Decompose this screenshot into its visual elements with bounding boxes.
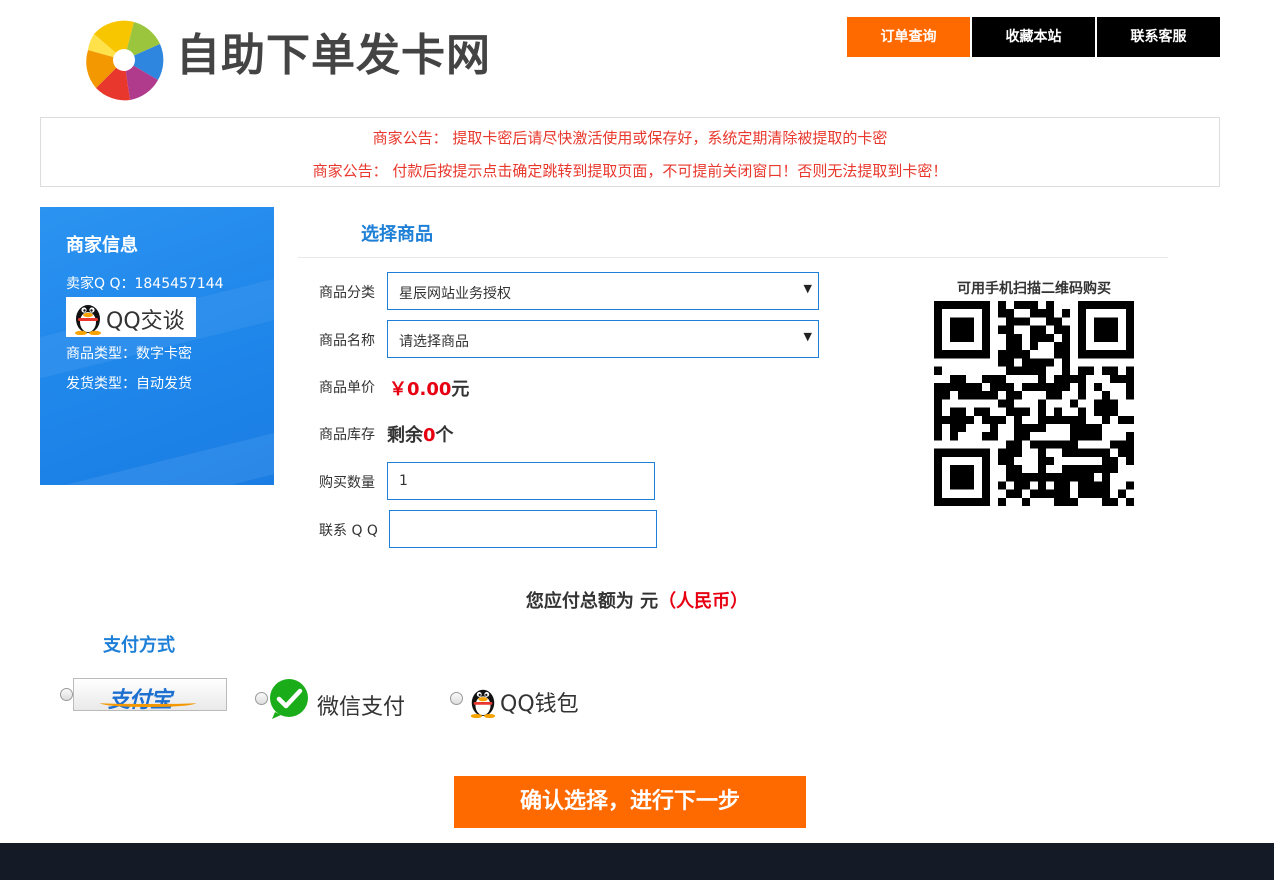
contact-qq-field: [389, 510, 657, 548]
wechat-check-icon: [270, 679, 308, 719]
seller-qq-number: 卖家Q Q：1845457144: [66, 276, 224, 292]
notice-line: 商家公告： 提取卡密后请尽快激活使用或保存好，系统定期清除被提取的卡密: [372, 129, 888, 147]
qq-chat-label: QQ交谈: [106, 309, 185, 334]
confirm-next-button[interactable]: 确认选择，进行下一步: [454, 776, 806, 828]
stock-suffix: 个: [435, 425, 454, 446]
stock-prefix: 剩余: [387, 425, 423, 446]
notice-board: 商家公告： 提取卡密后请尽快激活使用或保存好，系统定期清除被提取的卡密 商家公告…: [40, 117, 1220, 187]
total-prefix: 您应付总额为: [525, 591, 634, 612]
total-amount: 您应付总额为 元（人民币）: [0, 587, 1274, 613]
site-logo[interactable]: 自助下单发卡网: [84, 16, 504, 102]
product-selected-value: 请选择商品: [399, 334, 469, 350]
qq-penguin-icon: [470, 689, 496, 718]
chevron-down-icon: ▼: [803, 282, 812, 295]
wechat-pay-label: 微信支付: [317, 695, 406, 720]
logo-wheel-icon: [86, 20, 164, 101]
divider: [298, 257, 1168, 258]
stock-label: 商品库存: [319, 427, 375, 443]
alipay-option[interactable]: 支付宝: [73, 678, 227, 713]
select-product-title: 选择商品: [361, 224, 433, 245]
total-unit: 元: [640, 591, 659, 612]
alipay-radio[interactable]: [60, 688, 73, 701]
contact-qq-input[interactable]: [390, 511, 656, 547]
qq-wallet-option[interactable]: QQ钱包: [468, 682, 598, 718]
stock-count: 0: [423, 425, 436, 446]
price-unit: 元: [451, 379, 470, 400]
qr-code-icon: [934, 301, 1134, 506]
site-title: 自助下单发卡网: [176, 30, 491, 81]
panel-decoration: [40, 414, 274, 485]
qq-chat-button[interactable]: QQ交谈: [66, 297, 196, 337]
seller-info-title: 商家信息: [66, 235, 138, 256]
page-footer: [0, 843, 1274, 880]
price-label: 商品单价: [319, 380, 375, 396]
quantity-input[interactable]: [388, 463, 654, 499]
quantity-field: [387, 462, 655, 500]
nav-order-query[interactable]: 订单查询: [847, 17, 970, 57]
total-currency: （人民币）: [658, 591, 749, 612]
notice-line: 商家公告： 付款后按提示点击确定跳转到提取页面，不可提前关闭窗口！否则无法提取到…: [312, 162, 948, 180]
price-value: ￥0.00: [389, 379, 452, 400]
qq-wallet-label: QQ钱包: [500, 692, 579, 717]
qq-penguin-icon: [75, 305, 101, 335]
payment-method-title: 支付方式: [103, 635, 175, 656]
qq-wallet-radio[interactable]: [450, 692, 463, 705]
seller-shipping-type: 发货类型：自动发货: [66, 376, 192, 392]
stock-display: 剩余0个: [387, 421, 454, 447]
nav-contact-service[interactable]: 联系客服: [1097, 17, 1220, 57]
wechat-pay-option[interactable]: 微信支付: [269, 678, 409, 720]
quantity-label: 购买数量: [319, 475, 375, 491]
category-selected-value: 星辰网站业务授权: [399, 286, 511, 302]
top-nav: 订单查询 收藏本站 联系客服: [847, 17, 1220, 57]
alipay-logo: 支付宝: [108, 688, 172, 713]
chevron-down-icon: ▼: [803, 330, 812, 343]
nav-bookmark[interactable]: 收藏本站: [972, 17, 1095, 57]
qr-caption: 可用手机扫描二维码购买: [957, 281, 1111, 297]
price-display: ￥0.00元: [389, 375, 469, 401]
contact-qq-label: 联系 Q Q: [319, 523, 378, 539]
wechat-pay-radio[interactable]: [255, 692, 268, 705]
category-select[interactable]: 星辰网站业务授权 ▼: [387, 272, 819, 310]
seller-product-type: 商品类型：数字卡密: [66, 346, 192, 362]
seller-info-panel: 商家信息 卖家Q Q：1845457144 QQ交谈 商品类型：数字卡密 发货类…: [40, 207, 274, 485]
alipay-swoosh-icon: [100, 699, 196, 707]
product-select[interactable]: 请选择商品 ▼: [387, 320, 819, 358]
product-label: 商品名称: [319, 333, 375, 349]
category-label: 商品分类: [319, 285, 375, 301]
